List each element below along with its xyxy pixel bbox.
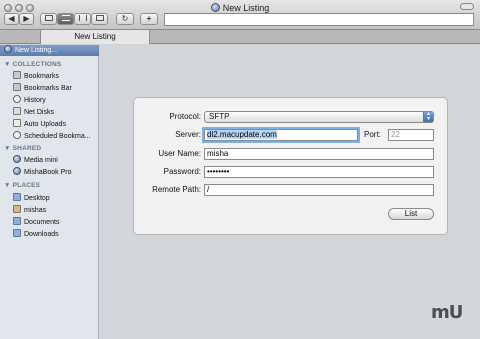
sidebar-item-documents[interactable]: Documents xyxy=(13,217,59,228)
home-icon xyxy=(13,205,21,213)
refresh-button[interactable]: ↻ xyxy=(116,13,134,25)
column-view-button[interactable] xyxy=(74,13,91,25)
columns-icon xyxy=(78,15,87,21)
address-field[interactable] xyxy=(164,13,474,26)
port-field[interactable]: 22 xyxy=(388,129,434,141)
sidebar-item-label: Scheduled Bookma... xyxy=(24,133,91,140)
section-label: SHARED xyxy=(12,145,42,152)
network-icon xyxy=(13,155,21,163)
sidebar-item-label: Bookmarks Bar xyxy=(24,85,72,92)
sidebar-item-media-mini[interactable]: Media mini xyxy=(13,155,58,166)
main-area: Protocol: SFTP ▲ ▼ Server: dl2.macupdate.… xyxy=(100,45,480,339)
sidebar-item-mishas[interactable]: mishas xyxy=(13,205,46,216)
username-field[interactable]: misha xyxy=(204,148,434,160)
network-icon xyxy=(13,167,21,175)
protocol-value: SFTP xyxy=(209,112,230,121)
window-title: New Listing xyxy=(0,3,480,13)
sidebar-item-history[interactable]: History xyxy=(13,95,46,106)
server-label: Server: xyxy=(175,130,201,139)
sidebar-item-label: History xyxy=(24,97,46,104)
sidebar-item-mishabook-pro[interactable]: MishaBook Pro xyxy=(13,167,71,178)
list-icon xyxy=(61,15,70,21)
forward-button[interactable]: ▶ xyxy=(19,13,34,25)
sidebar-item-bookmarks-bar[interactable]: Bookmarks Bar xyxy=(13,83,72,94)
sidebar-item-label: MishaBook Pro xyxy=(24,169,72,176)
updown-arrows-icon: ▲ ▼ xyxy=(423,112,433,122)
sidebar-item-new-listing[interactable]: New Listing... xyxy=(0,45,99,56)
protocol-select[interactable]: SFTP ▲ ▼ xyxy=(204,111,434,123)
remote-path-field[interactable]: / xyxy=(204,184,434,196)
list-button[interactable]: List xyxy=(388,208,434,220)
sidebar-item-desktop[interactable]: Desktop xyxy=(13,193,50,204)
sidebar-item-label: Net Disks xyxy=(24,109,54,116)
tab-bar: New Listing xyxy=(0,30,480,44)
username-label: User Name: xyxy=(158,149,201,158)
sidebar-item-bookmarks[interactable]: Bookmarks xyxy=(13,71,59,82)
sidebar-item-label: Desktop xyxy=(24,195,50,202)
server-field[interactable]: dl2.macupdate.com xyxy=(204,129,358,141)
sidebar: New Listing... ▼ COLLECTIONS Bookmarks B… xyxy=(0,45,99,339)
section-label: COLLECTIONS xyxy=(12,61,62,68)
flow-view-button[interactable] xyxy=(91,13,108,25)
folder-icon xyxy=(13,229,21,237)
connection-panel: Protocol: SFTP ▲ ▼ Server: dl2.macupdate.… xyxy=(133,97,448,235)
calendar-icon xyxy=(13,131,21,139)
remote-path-label: Remote Path: xyxy=(152,185,201,194)
grid-icon xyxy=(44,15,53,21)
sidebar-item-label: Bookmarks xyxy=(24,73,60,80)
folder-icon xyxy=(13,217,21,225)
icon-view-button[interactable] xyxy=(40,13,57,25)
list-view-button[interactable] xyxy=(57,13,74,25)
window-title-text: New Listing xyxy=(222,3,270,13)
sidebar-item-scheduled-bookmarks[interactable]: Scheduled Bookma... xyxy=(13,131,91,142)
title-bar: New Listing ◀ ▶ ↻ + xyxy=(0,0,480,30)
toolbar-toggle-button[interactable] xyxy=(460,3,474,10)
section-label: PLACES xyxy=(12,182,41,189)
folder-icon xyxy=(13,193,21,201)
sidebar-item-downloads[interactable]: Downloads xyxy=(13,229,59,240)
sidebar-item-auto-uploads[interactable]: Auto Uploads xyxy=(13,119,66,130)
macupdate-watermark-logo: mU xyxy=(431,302,463,323)
password-field[interactable]: •••••••• xyxy=(204,166,434,178)
book-icon xyxy=(13,71,21,79)
globe-icon xyxy=(4,45,12,53)
disk-icon xyxy=(13,107,21,115)
tab-new-listing[interactable]: New Listing xyxy=(40,30,150,44)
globe-icon xyxy=(210,3,220,12)
upload-icon xyxy=(13,119,21,127)
clock-icon xyxy=(13,95,21,103)
password-label: Password: xyxy=(163,167,201,176)
sidebar-item-label: Documents xyxy=(24,219,60,226)
sidebar-item-net-disks[interactable]: Net Disks xyxy=(13,107,54,118)
sidebar-item-label: mishas xyxy=(24,207,47,214)
sidebar-item-label: Auto Uploads xyxy=(24,121,67,128)
book-icon xyxy=(13,83,21,91)
places-header[interactable]: ▼ PLACES xyxy=(4,182,40,189)
flow-icon xyxy=(95,15,104,21)
add-button[interactable]: + xyxy=(140,13,158,25)
sidebar-item-label: New Listing... xyxy=(15,47,58,54)
collections-header[interactable]: ▼ COLLECTIONS xyxy=(4,61,61,68)
back-button[interactable]: ◀ xyxy=(4,13,19,25)
protocol-label: Protocol: xyxy=(169,112,201,121)
port-label: Port: xyxy=(364,130,381,139)
shared-header[interactable]: ▼ SHARED xyxy=(4,145,41,152)
server-value: dl2.macupdate.com xyxy=(207,130,277,139)
sidebar-item-label: Downloads xyxy=(24,231,59,238)
sidebar-item-label: Media mini xyxy=(24,157,58,164)
